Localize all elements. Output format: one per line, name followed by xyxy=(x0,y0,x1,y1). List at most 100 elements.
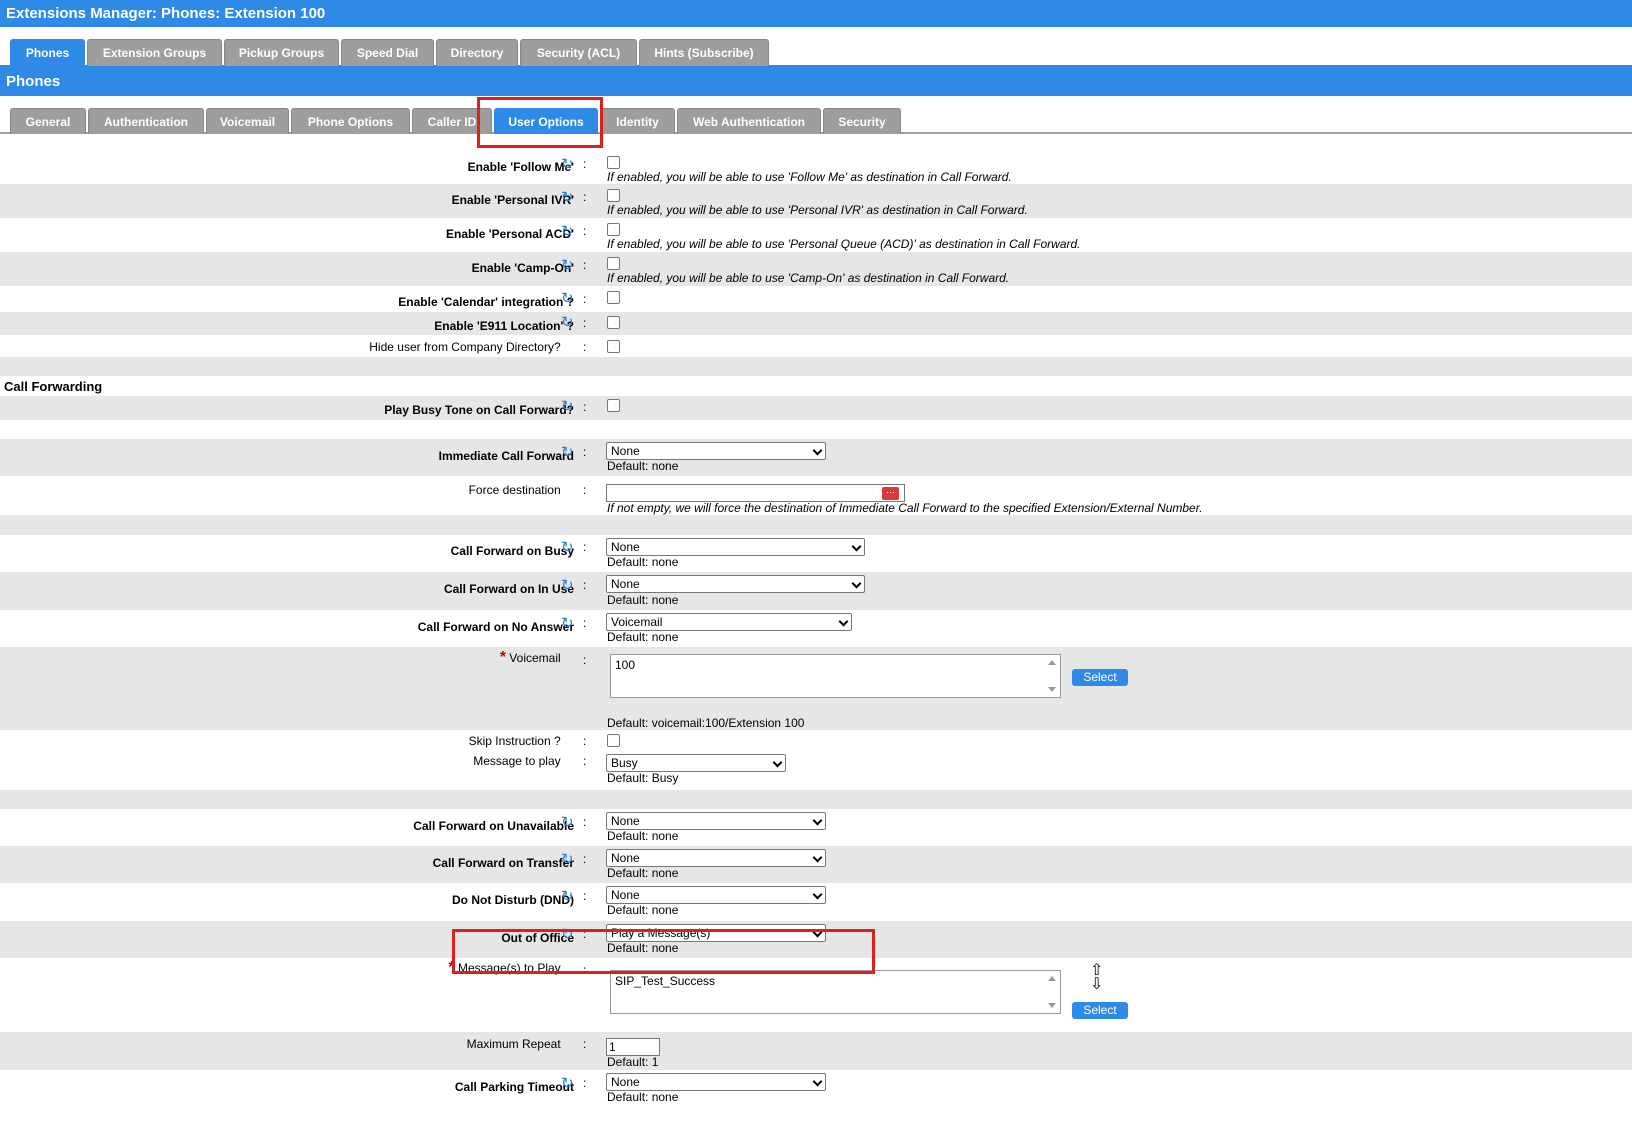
message-to-play-label-text: Message to play xyxy=(473,754,561,768)
forward-busy-select[interactable]: None xyxy=(606,538,865,556)
tab-authentication[interactable]: Authentication xyxy=(88,108,204,134)
row-forward-no-answer: Call Forward on No Answer ↻ : Voicemail … xyxy=(0,610,1632,647)
tab-extension-groups[interactable]: Extension Groups xyxy=(87,39,222,66)
tab-identity[interactable]: Identity xyxy=(600,108,675,134)
call-forwarding-heading: Call Forwarding xyxy=(4,379,103,394)
tab-voicemail[interactable]: Voicemail xyxy=(206,108,289,134)
voicemail-textarea[interactable]: 100 xyxy=(610,654,1061,698)
scroll-down-icon[interactable] xyxy=(1048,1003,1056,1008)
section-title: Phones xyxy=(0,67,1632,96)
tab-speed-dial[interactable]: Speed Dial xyxy=(341,39,434,66)
reload-icon[interactable]: ↻ xyxy=(561,315,574,330)
row-force-destination: Force destination : ⋯ If not empty, we w… xyxy=(0,476,1632,515)
tab-phone-options[interactable]: Phone Options xyxy=(291,108,410,134)
reload-icon[interactable]: ↻ xyxy=(561,190,574,205)
scroll-up-icon[interactable] xyxy=(1048,976,1056,981)
colon: : xyxy=(583,483,587,497)
colon: : xyxy=(583,258,587,272)
scroll-up-icon[interactable] xyxy=(1048,660,1056,665)
reload-icon[interactable]: ↻ xyxy=(561,1076,574,1091)
destination-picker-icon[interactable]: ⋯ xyxy=(882,487,899,500)
e911-checkbox[interactable] xyxy=(607,316,620,329)
force-destination-input[interactable] xyxy=(606,484,905,502)
forward-unavailable-select[interactable]: None xyxy=(606,812,826,830)
personal-acd-note: If enabled, you will be able to use 'Per… xyxy=(607,237,1081,251)
tab-web-authentication[interactable]: Web Authentication xyxy=(677,108,821,134)
row-camp-on: Enable 'Camp-On' ↻ : If enabled, you wil… xyxy=(0,252,1632,286)
force-destination-note: If not empty, we will force the destinat… xyxy=(607,501,1203,515)
reload-icon[interactable]: ↻ xyxy=(561,889,574,904)
tab-directory[interactable]: Directory xyxy=(436,39,518,66)
voicemail-select-button[interactable]: Select xyxy=(1072,669,1128,686)
tab-caller-id[interactable]: Caller ID xyxy=(412,108,492,134)
required-mark: * xyxy=(499,649,506,666)
reload-icon[interactable]: ↻ xyxy=(561,258,574,273)
reload-icon[interactable]: ↻ xyxy=(561,291,574,306)
skip-instruction-checkbox[interactable] xyxy=(607,734,620,747)
reload-icon[interactable]: ↻ xyxy=(561,445,574,460)
row-max-repeat: Maximum Repeat : 1 Default: 1 xyxy=(0,1032,1632,1070)
dnd-select[interactable]: None xyxy=(606,886,826,904)
colon: : xyxy=(583,1037,587,1051)
forward-busy-value: None xyxy=(611,540,640,554)
max-repeat-input[interactable]: 1 xyxy=(606,1038,660,1056)
chevron-down-icon xyxy=(812,1076,823,1087)
follow-me-checkbox[interactable] xyxy=(607,156,620,169)
row-forward-busy: Call Forward on Busy ↻ : None Default: n… xyxy=(0,535,1632,572)
reload-icon[interactable]: ↻ xyxy=(561,815,574,830)
skip-instruction-label: Skip Instruction ? xyxy=(469,734,574,748)
row-forward-in-use: Call Forward on In Use ↻ : None Default:… xyxy=(0,572,1632,610)
scroll-down-icon[interactable] xyxy=(1048,687,1056,692)
messages-textarea[interactable]: SIP_Test_Success xyxy=(610,970,1061,1014)
tab-hints-subscribe[interactable]: Hints (Subscribe) xyxy=(639,39,769,66)
calendar-checkbox[interactable] xyxy=(607,291,620,304)
messages-to-play-label: * Message(s) to Play xyxy=(448,959,574,977)
messages-value: SIP_Test_Success xyxy=(615,974,716,988)
camp-on-checkbox[interactable] xyxy=(607,257,620,270)
personal-acd-checkbox[interactable] xyxy=(607,223,620,236)
forward-transfer-select[interactable]: None xyxy=(606,849,826,867)
row-dnd: Do Not Disturb (DND) ↻ : None Default: n… xyxy=(0,883,1632,921)
hide-user-label: Hide user from Company Directory? xyxy=(369,340,574,354)
tab-pickup-groups[interactable]: Pickup Groups xyxy=(224,39,339,66)
colon: : xyxy=(583,400,587,414)
reload-icon[interactable]: ↻ xyxy=(561,224,574,239)
voicemail-default: Default: voicemail:100/Extension 100 xyxy=(607,716,805,730)
reorder-arrows-icon[interactable]: ⇧⇩ xyxy=(1090,963,1103,993)
colon: : xyxy=(583,616,587,630)
reload-icon[interactable]: ↻ xyxy=(561,578,574,593)
sub-tab-bar: General Authentication Voicemail Phone O… xyxy=(0,96,1632,134)
tab-general[interactable]: General xyxy=(10,108,86,134)
hide-user-checkbox[interactable] xyxy=(607,340,620,353)
voicemail-label: * Voicemail xyxy=(500,649,574,667)
reload-icon[interactable]: ↻ xyxy=(561,540,574,555)
colon: : xyxy=(583,292,587,306)
parking-timeout-select[interactable]: None xyxy=(606,1073,826,1091)
message-to-play-select[interactable]: Busy xyxy=(606,754,786,772)
forward-no-answer-select[interactable]: Voicemail xyxy=(606,613,852,631)
reload-icon[interactable]: ↻ xyxy=(561,616,574,631)
window-title: Extensions Manager: Phones: Extension 10… xyxy=(0,0,1632,27)
forward-in-use-select[interactable]: None xyxy=(606,575,865,593)
messages-select-button[interactable]: Select xyxy=(1072,1002,1128,1019)
immediate-forward-select[interactable]: None xyxy=(606,442,826,460)
reload-icon[interactable]: ↻ xyxy=(561,157,574,172)
colon: : xyxy=(583,578,587,592)
tab-security-acl[interactable]: Security (ACL) xyxy=(520,39,637,66)
tab-phones[interactable]: Phones xyxy=(10,39,85,66)
reload-icon[interactable]: ↻ xyxy=(561,927,574,942)
busy-tone-checkbox[interactable] xyxy=(607,399,620,412)
chevron-down-icon xyxy=(812,852,823,863)
forward-in-use-label: Call Forward on In Use xyxy=(443,582,574,596)
reload-icon[interactable]: ↻ xyxy=(561,399,574,414)
personal-ivr-checkbox[interactable] xyxy=(607,189,620,202)
camp-on-note: If enabled, you will be able to use 'Cam… xyxy=(607,271,1010,285)
personal-ivr-note: If enabled, you will be able to use 'Per… xyxy=(607,203,1028,217)
out-of-office-select[interactable]: Play a Message(s) xyxy=(606,924,826,942)
spacer-row xyxy=(0,420,1632,439)
reload-icon[interactable]: ↻ xyxy=(561,852,574,867)
tab-security[interactable]: Security xyxy=(823,108,901,134)
row-personal-ivr: Enable 'Personal IVR' ↻ : If enabled, yo… xyxy=(0,184,1632,218)
required-mark: * xyxy=(448,959,455,976)
tab-user-options[interactable]: User Options xyxy=(494,108,598,134)
